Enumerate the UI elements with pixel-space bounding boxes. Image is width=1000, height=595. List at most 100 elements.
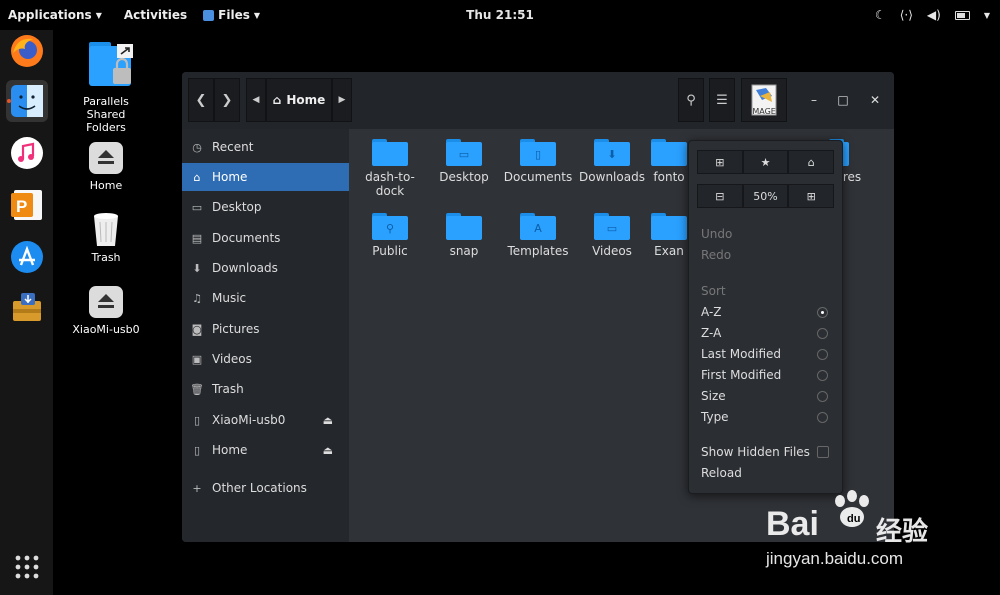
folder-fonts[interactable]: fonto: [649, 139, 689, 184]
chevron-down-icon: ▼: [253, 10, 261, 20]
eject-icon[interactable]: ⏏: [323, 444, 333, 457]
home-icon: ⌂: [272, 93, 282, 107]
folder-videos[interactable]: ▭ Videos: [575, 213, 649, 258]
minus-icon: ⊟: [715, 189, 725, 203]
places-sidebar: ◷ Recent ⌂ Home ▭ Desktop ▤ Documents ⬇ Downl…: [182, 129, 349, 542]
desktop-icon-parallels-shared-folders[interactable]: Parallels Shared Folders: [66, 40, 146, 134]
folder-icon: [372, 139, 408, 166]
activities-button[interactable]: Activities: [116, 0, 195, 30]
radio-a-z[interactable]: [817, 307, 828, 318]
dock: P: [0, 30, 53, 595]
radio-size[interactable]: [817, 391, 828, 402]
new-folder-button[interactable]: ⊞: [697, 150, 743, 174]
sidebar-item-home[interactable]: ⌂ Home: [182, 163, 349, 191]
files-app-menu[interactable]: Files ▼: [195, 0, 268, 30]
header-bar: ❮ ❯ ◀ ⌂ Home ▶ ⚲ ☰ IMAGE – □ ✕: [182, 72, 894, 130]
sidebar-item-videos[interactable]: ▣ Videos: [182, 345, 349, 373]
sidebar-item-pictures[interactable]: ◙ Pictures: [182, 315, 349, 343]
sort-option-type[interactable]: Type: [701, 410, 729, 424]
document-icon: ▤: [191, 231, 203, 245]
folder-dash-to-dock[interactable]: dash-to-dock: [353, 139, 427, 198]
sidebar-item-desktop[interactable]: ▭ Desktop: [182, 193, 349, 221]
show-applications-button[interactable]: [6, 546, 48, 588]
maximize-button[interactable]: □: [833, 90, 853, 110]
open-terminal-button[interactable]: ⌂: [788, 150, 835, 174]
chevron-right-icon: ❯: [221, 92, 233, 108]
sort-option-size[interactable]: Size: [701, 389, 726, 403]
radio-first-modified[interactable]: [817, 370, 828, 381]
view-toggle-button[interactable]: ☰: [709, 78, 735, 122]
app-store-launcher[interactable]: [6, 236, 48, 278]
watermark-url: jingyan.baidu.com: [766, 549, 904, 568]
folder-icon: [651, 213, 687, 240]
sidebar-item-music[interactable]: ♫ Music: [182, 284, 349, 312]
sidebar-item-trash[interactable]: 🗑 Trash: [182, 375, 349, 403]
path-scroll-left-button[interactable]: ◀: [246, 78, 266, 122]
radio-z-a[interactable]: [817, 328, 828, 339]
film-icon: ▣: [191, 352, 203, 366]
close-icon: ✕: [869, 93, 881, 107]
zoom-in-button[interactable]: ⊞: [788, 184, 835, 208]
system-tray[interactable]: ☾ ⟨·⟩ ◀) ▼: [875, 0, 1000, 30]
sidebar-item-documents[interactable]: ▤ Documents: [182, 224, 349, 252]
drive-eject-icon: [89, 286, 123, 318]
music-note-icon: ♫: [192, 291, 202, 305]
running-indicator: [7, 99, 11, 103]
search-button[interactable]: ⚲: [678, 78, 704, 122]
sort-option-first-modified[interactable]: First Modified: [701, 368, 781, 382]
show-hidden-checkbox[interactable]: [817, 446, 829, 458]
music-launcher[interactable]: [6, 132, 48, 174]
finder-launcher[interactable]: [6, 80, 48, 122]
folder-desktop[interactable]: ▭ Desktop: [427, 139, 501, 184]
presentation-launcher[interactable]: P: [6, 184, 48, 226]
show-hidden-files-item[interactable]: Show Hidden Files: [701, 445, 810, 459]
firefox-launcher[interactable]: [6, 30, 48, 72]
sort-option-last-modified[interactable]: Last Modified: [701, 347, 781, 361]
desktop-icon-xiaomi-usb0[interactable]: XiaoMi-usb0: [66, 284, 146, 336]
zoom-level[interactable]: 50%: [742, 184, 789, 208]
path-scroll-right-button[interactable]: ▶: [332, 78, 352, 122]
image-label: IMAGE: [750, 107, 776, 116]
close-button[interactable]: ✕: [865, 90, 885, 110]
maximize-icon: □: [837, 93, 849, 107]
presentation-icon: P: [11, 190, 42, 220]
sidebar-item-recent[interactable]: ◷ Recent: [182, 133, 349, 161]
path-home-button[interactable]: ⌂ Home: [266, 78, 332, 122]
radio-type[interactable]: [817, 412, 828, 423]
top-bar: Applications ▼ Activities Files ▼: [0, 0, 1000, 30]
minimize-button[interactable]: –: [804, 90, 824, 110]
arrow-left-icon: ◀: [252, 95, 260, 105]
reload-item[interactable]: Reload: [701, 466, 742, 480]
sidebar-item-downloads[interactable]: ⬇ Downloads: [182, 254, 349, 282]
folder-downloads[interactable]: ⬇ Downloads: [575, 139, 649, 184]
sidebar-item-other-locations[interactable]: + Other Locations: [182, 474, 349, 502]
folder-public[interactable]: ⚲ Public: [353, 213, 427, 258]
zoom-row: ⊟ 50% ⊞: [697, 184, 835, 208]
sidebar-item-home-drive[interactable]: ▯ Home ⏏: [182, 436, 349, 464]
sidebar-item-xiaomi-usb0[interactable]: ▯ XiaoMi-usb0 ⏏: [182, 406, 349, 434]
desktop-icon-trash[interactable]: Trash: [66, 210, 146, 264]
folder-icon: [446, 213, 482, 240]
files-app-icon: [203, 9, 215, 21]
folder-templates[interactable]: A Templates: [501, 213, 575, 258]
folder-snap[interactable]: snap: [427, 213, 501, 258]
sort-option-a-z[interactable]: A-Z: [701, 305, 722, 319]
zoom-out-button[interactable]: ⊟: [697, 184, 743, 208]
bookmark-button[interactable]: ★: [742, 150, 789, 174]
search-icon: ⚲: [686, 92, 696, 108]
app-store-icon: [11, 241, 43, 273]
applications-menu[interactable]: Applications ▼: [0, 0, 110, 30]
back-button[interactable]: ❮: [188, 78, 214, 122]
radio-last-modified[interactable]: [817, 349, 828, 360]
forward-button[interactable]: ❯: [214, 78, 240, 122]
chevron-left-icon: ❮: [195, 92, 207, 108]
eject-icon[interactable]: ⏏: [323, 414, 333, 427]
redo-item[interactable]: Redo: [701, 248, 731, 262]
undo-item[interactable]: Undo: [701, 227, 732, 241]
sort-option-z-a[interactable]: Z-A: [701, 326, 721, 340]
folder-documents[interactable]: ▯ Documents: [501, 139, 575, 184]
desktop-icon-home[interactable]: Home: [66, 140, 146, 192]
usb-installer-launcher[interactable]: [6, 286, 48, 328]
folder-examples[interactable]: Exan: [649, 213, 689, 258]
plus-icon: ⊞: [806, 189, 816, 203]
